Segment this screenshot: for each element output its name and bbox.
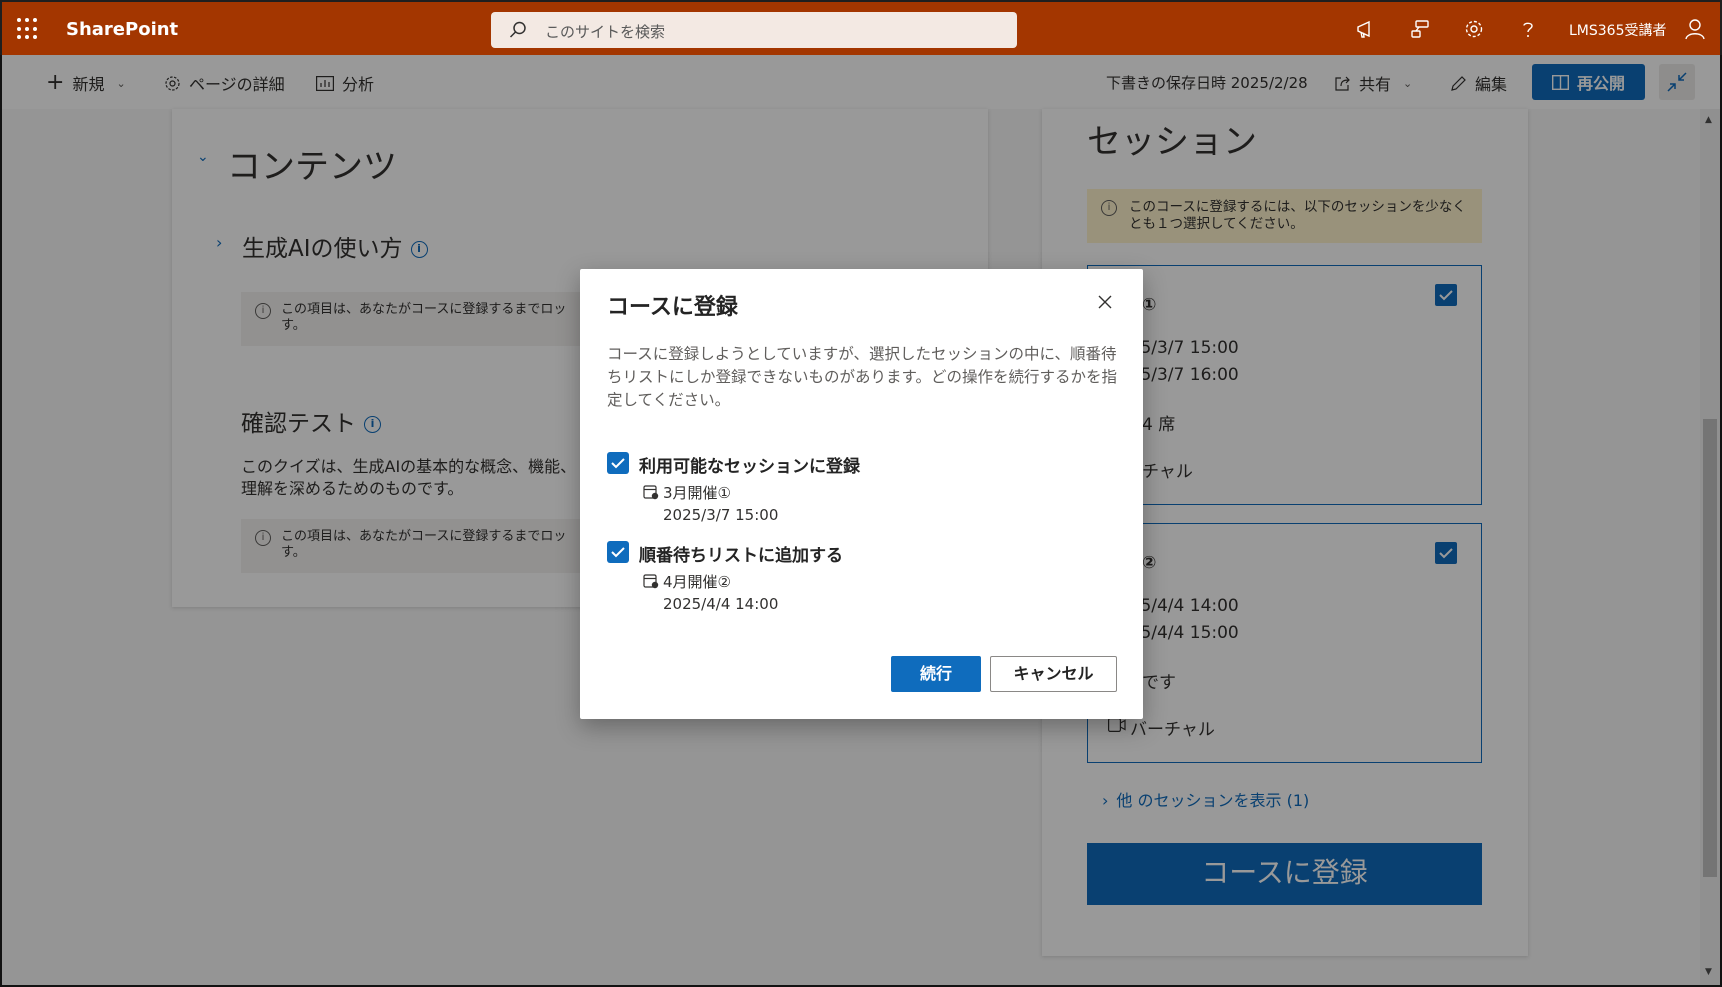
search-box[interactable]: このサイトを検索	[491, 12, 1017, 48]
option-session-date: 2025/3/7 15:00	[663, 506, 779, 524]
user-name[interactable]: LMS365受講者	[1569, 20, 1667, 40]
dialog-message: コースに登録しようとしていますが、選択したセッションの中に、順番待ちリストにしか…	[607, 345, 1117, 409]
gear-icon[interactable]	[1463, 18, 1485, 40]
option-session-name: 3月開催①	[663, 484, 731, 502]
search-icon	[509, 21, 526, 38]
person-icon[interactable]	[1684, 18, 1706, 40]
dialog-title: コースに登録	[607, 295, 738, 320]
option-label[interactable]: 順番待ちリストに追加する	[639, 541, 843, 566]
option-label[interactable]: 利用可能なセッションに登録	[639, 452, 860, 477]
close-icon[interactable]	[1096, 293, 1114, 311]
enroll-dialog: コースに登録 コースに登録しようとしていますが、選択したセッションの中に、順番待…	[580, 269, 1143, 719]
calendar-icon	[643, 574, 659, 589]
checkmark-icon	[611, 547, 625, 558]
help-icon[interactable]	[1517, 18, 1539, 40]
megaphone-icon[interactable]	[1355, 18, 1377, 40]
suite-bar: SharePoint このサイトを検索 LMS365受講者	[0, 0, 1722, 55]
option-checkbox[interactable]	[607, 541, 629, 563]
flow-icon[interactable]	[1409, 18, 1431, 40]
continue-button[interactable]: 続行	[891, 656, 981, 692]
option-session-date: 2025/4/4 14:00	[663, 595, 779, 613]
search-placeholder: このサイトを検索	[545, 23, 666, 41]
brand-name[interactable]: SharePoint	[66, 19, 178, 40]
option-checkbox[interactable]	[607, 452, 629, 474]
app-launcher-icon[interactable]	[17, 18, 39, 40]
calendar-icon	[643, 485, 659, 500]
option-session-name: 4月開催②	[663, 573, 731, 591]
cancel-button[interactable]: キャンセル	[990, 656, 1117, 692]
checkmark-icon	[611, 458, 625, 469]
